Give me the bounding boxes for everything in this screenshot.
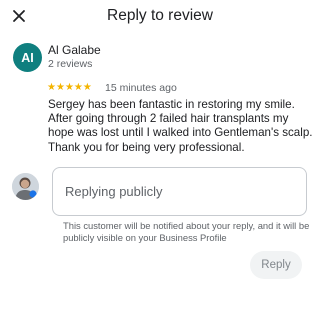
star-icon: ★ (47, 82, 56, 93)
review-text: Sergey has been fantastic in restoring m… (48, 98, 313, 154)
star-icon: ★ (55, 82, 65, 93)
star-icon: ★ (64, 82, 74, 93)
user-avatar-icon (12, 173, 39, 200)
reviewer-avatar: AI (13, 43, 42, 72)
reviewer-name: Al Galabe (48, 43, 101, 57)
star-rating: ★ ★ ★ ★ ★ (47, 82, 92, 93)
reviewer-review-count: 2 reviews (48, 58, 93, 70)
reply-input[interactable] (52, 167, 307, 216)
user-avatar (12, 173, 39, 200)
reply-visibility-notice: This customer will be notified about you… (63, 220, 310, 243)
page-title: Reply to review (107, 7, 213, 24)
reply-button[interactable]: Reply (250, 251, 302, 279)
star-icon: ★ (73, 82, 83, 93)
star-icon: ★ (82, 82, 92, 93)
reviewer-avatar-initials: AI (21, 50, 34, 65)
review-timestamp: 15 minutes ago (105, 82, 177, 94)
